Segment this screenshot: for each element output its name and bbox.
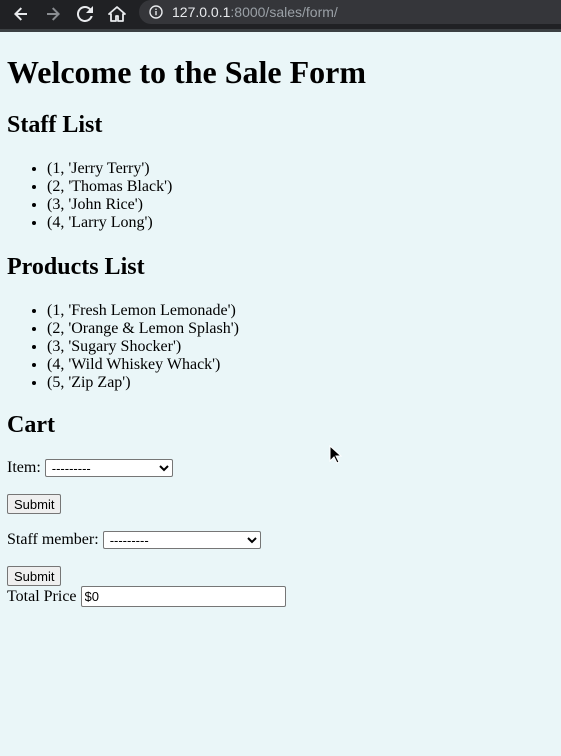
page-title: Welcome to the Sale Form bbox=[7, 54, 366, 90]
url-path: :8000/sales/form/ bbox=[230, 4, 338, 20]
cart-heading: Cart bbox=[7, 412, 55, 438]
total-row: Total Price bbox=[7, 586, 554, 607]
products-list-heading: Products List bbox=[7, 254, 145, 280]
item-row: Item: --------- bbox=[7, 458, 554, 478]
reload-button[interactable] bbox=[73, 3, 97, 25]
forward-button[interactable] bbox=[41, 3, 65, 25]
mouse-pointer-icon bbox=[329, 445, 343, 464]
product-list-item: (4, 'Wild Whiskey Whack') bbox=[47, 356, 554, 374]
back-button[interactable] bbox=[9, 3, 33, 25]
staff-row: Staff member: --------- bbox=[7, 530, 554, 550]
staff-member-select[interactable]: --------- bbox=[102, 531, 261, 549]
browser-toolbar: 127.0.0.1:8000/sales/form/ bbox=[0, 0, 561, 32]
page-content: Welcome to the Sale Form Staff List (1, … bbox=[0, 35, 561, 756]
staff-submit-row: Submit bbox=[7, 566, 554, 586]
staff-list-item: (4, 'Larry Long') bbox=[47, 214, 554, 232]
total-price-input[interactable] bbox=[80, 586, 286, 607]
product-list-item: (1, 'Fresh Lemon Lemonade') bbox=[47, 302, 554, 320]
reload-icon bbox=[77, 6, 93, 22]
product-list-item: (3, 'Sugary Shocker') bbox=[47, 338, 554, 356]
staff-submit-button[interactable]: Submit bbox=[7, 566, 62, 586]
url-host: 127.0.0.1 bbox=[172, 4, 231, 20]
home-button[interactable] bbox=[105, 3, 129, 25]
info-icon[interactable] bbox=[149, 5, 163, 19]
staff-list: (1, 'Jerry Terry') (2, 'Thomas Black') (… bbox=[7, 160, 554, 232]
staff-member-label: Staff member: bbox=[7, 531, 99, 548]
item-label: Item: bbox=[7, 459, 41, 476]
item-submit-row: Submit bbox=[7, 494, 554, 514]
item-submit-button[interactable]: Submit bbox=[7, 494, 62, 514]
staff-list-item: (3, 'John Rice') bbox=[47, 196, 554, 214]
product-list-item: (2, 'Orange & Lemon Splash') bbox=[47, 320, 554, 338]
back-arrow-icon bbox=[14, 7, 27, 21]
forward-arrow-icon bbox=[47, 7, 60, 21]
home-icon bbox=[108, 6, 126, 22]
product-list-item: (5, 'Zip Zap') bbox=[47, 374, 554, 392]
products-list: (1, 'Fresh Lemon Lemonade') (2, 'Orange … bbox=[7, 302, 554, 392]
staff-list-item: (2, 'Thomas Black') bbox=[47, 178, 554, 196]
item-select[interactable]: --------- bbox=[44, 459, 173, 477]
staff-list-heading: Staff List bbox=[7, 112, 103, 138]
total-price-label: Total Price bbox=[7, 587, 77, 605]
address-bar[interactable]: 127.0.0.1:8000/sales/form/ bbox=[139, 0, 561, 24]
staff-list-item: (1, 'Jerry Terry') bbox=[47, 160, 554, 178]
